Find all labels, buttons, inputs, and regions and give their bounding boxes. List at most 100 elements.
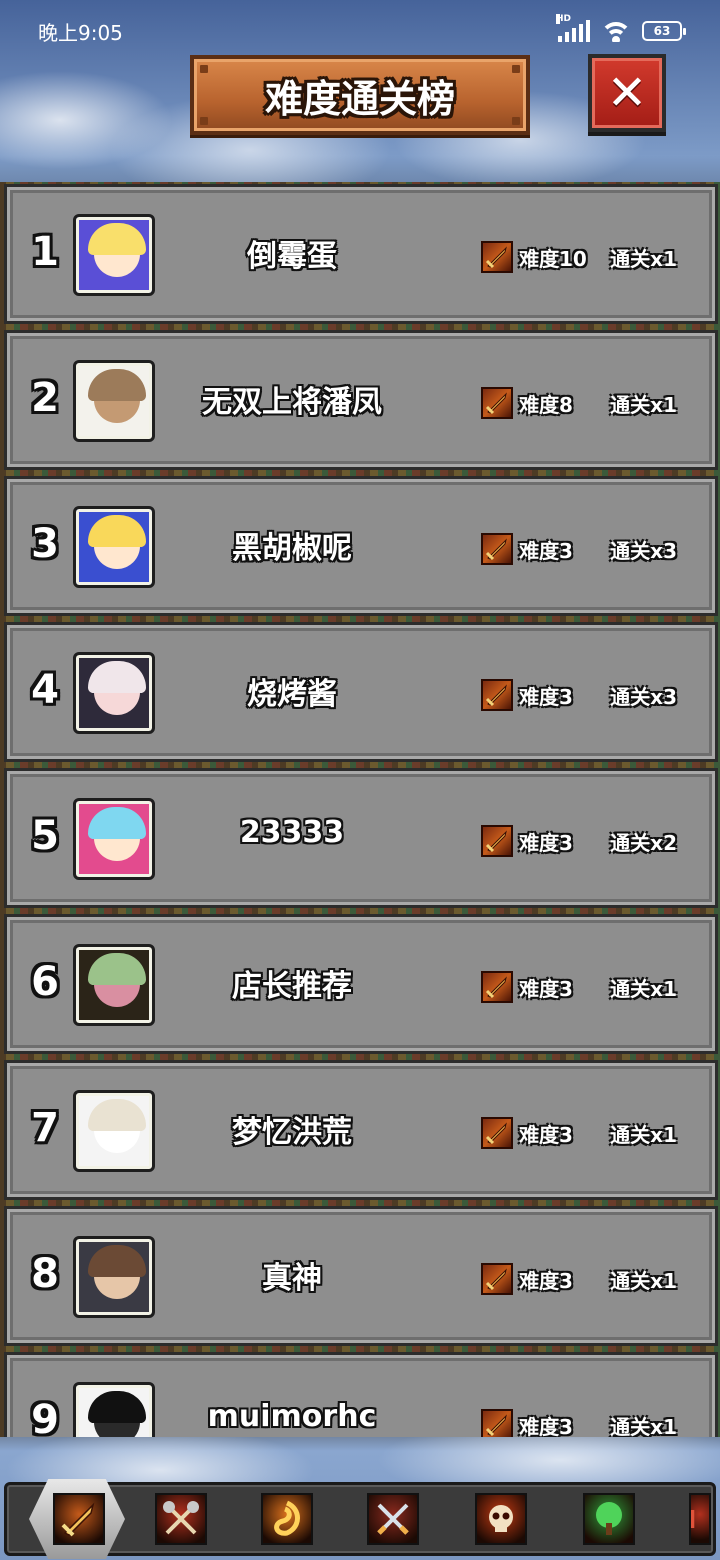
leaderboard-row[interactable]: 7 梦忆洪荒 难度3 通关x1 (4, 1060, 718, 1200)
crossed-swords-icon (377, 1503, 409, 1535)
avatar[interactable] (73, 944, 155, 1026)
avatar[interactable] (73, 652, 155, 734)
clear-count: 通关x1 (610, 1123, 677, 1147)
clear-count: 通关x3 (610, 539, 677, 563)
avatar-hair (88, 1099, 146, 1131)
difficulty-level: 难度3 (519, 977, 573, 1001)
rank-number: 9 (31, 1397, 59, 1437)
clear-count: 通关x2 (610, 831, 677, 855)
sword-icon (481, 971, 513, 1003)
signal-icon: HD (556, 14, 590, 42)
network-type: HD (556, 14, 572, 24)
battery-level: 63 (653, 24, 671, 38)
fire-tab[interactable] (261, 1493, 313, 1545)
tree-tab[interactable] (583, 1493, 635, 1545)
sword-icon (481, 387, 513, 419)
sword-icon (61, 1502, 95, 1537)
clear-count: 通关x3 (610, 685, 677, 709)
close-button[interactable]: ✕ (588, 54, 666, 132)
avatar-hair (88, 661, 146, 693)
difficulty-level: 难度3 (519, 831, 573, 855)
player-name: 真神 (262, 1261, 322, 1296)
leaderboard-title-plate: 难度通关榜 (190, 55, 530, 135)
leaderboard-row[interactable]: 9 muimorhc 难度3 通关x1 (4, 1352, 718, 1437)
difficulty-level: 难度3 (519, 1415, 573, 1437)
player-name: 店长推荐 (232, 969, 352, 1004)
difficulty-level: 难度8 (519, 393, 573, 417)
rank-number: 2 (31, 375, 59, 421)
avatar[interactable] (73, 1382, 155, 1437)
category-tab-bar (4, 1479, 716, 1559)
sword-icon (481, 1117, 513, 1149)
status-time: 晚上9:05 (38, 20, 123, 45)
sword-icon (481, 533, 513, 565)
rank-number: 3 (31, 521, 59, 567)
sword-icon (481, 1409, 513, 1437)
rivet (512, 117, 520, 125)
close-icon: ✕ (606, 65, 648, 121)
avatar-hair (88, 223, 146, 255)
difficulty-level: 难度3 (519, 1269, 573, 1293)
avatar[interactable] (73, 1236, 155, 1318)
player-name: 倒霉蛋 (247, 239, 337, 274)
avatar[interactable] (73, 1090, 155, 1172)
status-icons: HD 63 (556, 14, 686, 42)
leaderboard-row[interactable]: 5 23333 难度3 通关x2 (4, 768, 718, 908)
avatar[interactable] (73, 798, 155, 880)
avatar-hair (88, 953, 146, 985)
partial-tab-icon (691, 1510, 695, 1528)
sword-icon (481, 825, 513, 857)
player-name: muimorhc (207, 1399, 377, 1434)
wifi-icon (600, 20, 632, 42)
difficulty-tab[interactable] (53, 1493, 105, 1545)
difficulty-level: 难度10 (519, 247, 587, 271)
player-name: 无双上将潘凤 (202, 385, 382, 420)
avatar[interactable] (73, 506, 155, 588)
axes-tab[interactable] (155, 1493, 207, 1545)
rank-number: 7 (31, 1105, 59, 1151)
clear-count: 通关x1 (610, 247, 677, 271)
leaderboard-row[interactable]: 3 黑胡椒呢 难度3 通关x3 (4, 476, 718, 616)
clear-count: 通关x1 (610, 977, 677, 1001)
player-name: 梦忆洪荒 (232, 1115, 352, 1150)
skull-icon (489, 1505, 513, 1532)
difficulty-level: 难度3 (519, 539, 573, 563)
avatar-hair (88, 1391, 146, 1423)
difficulty-level: 难度3 (519, 685, 573, 709)
leaderboard-row[interactable]: 1 倒霉蛋 难度10 通关x1 (4, 184, 718, 324)
rivet (512, 65, 520, 73)
skull-tab[interactable] (475, 1493, 527, 1545)
avatar-hair (88, 369, 146, 401)
rank-number: 4 (31, 667, 59, 713)
tree-icon (596, 1502, 622, 1535)
fire-swirl-icon (274, 1500, 300, 1536)
player-name: 黑胡椒呢 (232, 531, 352, 566)
player-name: 烧烤酱 (247, 677, 337, 712)
avatar-hair (88, 515, 146, 547)
avatar[interactable] (73, 360, 155, 442)
leaderboard-row[interactable]: 4 烧烤酱 难度3 通关x3 (4, 622, 718, 762)
status-bar: 晚上9:05 HD 63 (0, 0, 720, 62)
rank-number: 8 (31, 1251, 59, 1297)
leaderboard-row[interactable]: 6 店长推荐 难度3 通关x1 (4, 914, 718, 1054)
rivet (200, 65, 208, 73)
sword-icon (481, 241, 513, 273)
leaderboard-row[interactable]: 8 真神 难度3 通关x1 (4, 1206, 718, 1346)
more-tab[interactable] (689, 1493, 711, 1545)
rank-number: 5 (31, 813, 59, 859)
rank-number: 6 (31, 959, 59, 1005)
rank-number: 1 (31, 229, 59, 275)
rivet (200, 117, 208, 125)
leaderboard-list[interactable]: 1 倒霉蛋 难度10 通关x1 2 无双上将潘凤 难度8 通关x1 3 黑胡椒呢 (0, 182, 720, 1437)
avatar-hair (88, 807, 146, 839)
player-name: 23333 (239, 815, 345, 850)
swords-tab[interactable] (367, 1493, 419, 1545)
avatar[interactable] (73, 214, 155, 296)
battery-icon: 63 (642, 21, 686, 41)
clear-count: 通关x1 (610, 393, 677, 417)
clear-count: 通关x1 (610, 1269, 677, 1293)
sword-icon (481, 1263, 513, 1295)
clear-count: 通关x1 (610, 1415, 677, 1437)
sword-icon (481, 679, 513, 711)
leaderboard-row[interactable]: 2 无双上将潘凤 难度8 通关x1 (4, 330, 718, 470)
